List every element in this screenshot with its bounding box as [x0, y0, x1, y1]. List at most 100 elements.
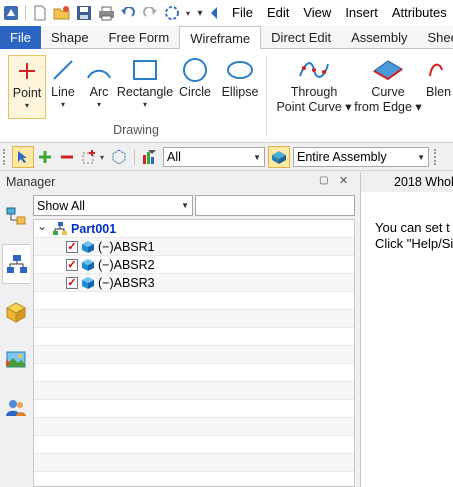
- redo-icon[interactable]: [139, 2, 161, 24]
- ellipse-button[interactable]: Ellipse: [220, 55, 260, 100]
- part-cube-icon: [82, 259, 94, 271]
- side-tab-views[interactable]: [2, 340, 30, 380]
- point-label: Point: [12, 86, 42, 100]
- arc-label: Arc: [89, 85, 109, 99]
- open-folder-icon[interactable]: [51, 2, 73, 24]
- message-line-1: You can set t: [375, 220, 450, 235]
- circle-button[interactable]: Circle: [178, 55, 212, 100]
- side-tab-history[interactable]: [2, 196, 30, 236]
- remove-selection-icon[interactable]: [56, 146, 78, 168]
- select-filter-icon[interactable]: [161, 2, 183, 24]
- show-filter-dropdown[interactable]: Show All ▼: [33, 195, 193, 216]
- whole-view-title: 2018 Whole: [361, 172, 453, 192]
- back-arrow-icon[interactable]: [207, 2, 221, 24]
- line-icon: [46, 55, 80, 85]
- filter-dropdown[interactable]: All ▼: [163, 147, 265, 167]
- tree-row-empty: [34, 346, 354, 364]
- part-label: (−)ABSR1: [98, 239, 155, 254]
- tab-wireframe[interactable]: Wireframe: [179, 26, 262, 50]
- search-input[interactable]: [195, 195, 355, 216]
- point-button[interactable]: Point ▾: [8, 55, 46, 119]
- menu-insert[interactable]: Insert: [338, 0, 385, 26]
- tree-row-empty: [34, 454, 354, 472]
- visibility-checkbox[interactable]: ✓: [66, 276, 78, 289]
- rectangle-button[interactable]: Rectangle ▾: [116, 55, 174, 110]
- lasso-select-icon[interactable]: [108, 146, 130, 168]
- tree-row-empty: [34, 418, 354, 436]
- side-tab-users[interactable]: [2, 388, 30, 428]
- arc-button[interactable]: Arc ▾: [84, 55, 114, 110]
- tree-row-empty: [34, 364, 354, 382]
- through-point-curve-icon: [297, 55, 331, 85]
- select-arrow-icon[interactable]: [12, 146, 34, 168]
- curve-from-edge-button[interactable]: Curve from Edge ▾: [354, 55, 422, 115]
- through-point-curve-button[interactable]: Through Point Curve ▾: [276, 55, 352, 115]
- filter-icon[interactable]: [139, 146, 161, 168]
- scope-dropdown-value: Entire Assembly: [297, 150, 387, 164]
- assembly-tree: ⌄ Part001 ✓ (−)ABSR1 ✓ (−)ABSR2 ✓ (−)ABS…: [33, 219, 355, 487]
- ribbon-tabs: File Shape Free Form Wireframe Direct Ed…: [0, 26, 453, 50]
- side-tab-assembly-tree[interactable]: [2, 244, 30, 284]
- tree-row-empty: [34, 400, 354, 418]
- print-icon[interactable]: [95, 2, 117, 24]
- menu-attributes[interactable]: Attributes: [385, 0, 453, 26]
- through-point-curve-label-1: Through: [290, 85, 338, 99]
- box-select-icon[interactable]: [78, 146, 100, 168]
- filter-dropdown-value: All: [167, 150, 181, 164]
- chevron-down-icon: ▼: [253, 152, 261, 162]
- rectangle-label: Rectangle: [116, 85, 174, 99]
- chevron-down-icon: ▾: [96, 100, 101, 109]
- tree-row[interactable]: ✓ (−)ABSR2: [34, 256, 354, 274]
- part-cube-icon: [82, 277, 94, 289]
- part-label: (−)ABSR3: [98, 275, 155, 290]
- menu-file[interactable]: File: [225, 0, 260, 26]
- tree-row[interactable]: ✓ (−)ABSR3: [34, 274, 354, 292]
- assembly-scope-icon[interactable]: [268, 146, 290, 168]
- chevron-down-icon: ▾: [24, 101, 29, 110]
- tab-shape[interactable]: Shape: [41, 26, 99, 49]
- tree-row-empty: [34, 382, 354, 400]
- tab-file[interactable]: File: [0, 26, 41, 49]
- save-icon[interactable]: [73, 2, 95, 24]
- tree-row-empty: [34, 436, 354, 454]
- curve-from-edge-label-1: Curve: [371, 85, 405, 99]
- expand-chevron-icon[interactable]: ⌄: [37, 220, 49, 233]
- customize-icon[interactable]: ▾: [193, 2, 207, 24]
- undo-icon[interactable]: [117, 2, 139, 24]
- part-cube-icon: [82, 241, 94, 253]
- side-tab-parts[interactable]: [2, 292, 30, 332]
- tab-direct-edit[interactable]: Direct Edit: [261, 26, 341, 49]
- manager-title: Manager: [6, 175, 56, 189]
- tree-node: ✓ (−)ABSR3: [34, 276, 155, 290]
- new-file-icon[interactable]: [29, 2, 51, 24]
- line-button[interactable]: Line ▾: [48, 55, 78, 110]
- chevron-down-icon: ▾: [60, 100, 65, 109]
- circle-icon: [178, 55, 212, 85]
- tree-row[interactable]: ✓ (−)ABSR1: [34, 238, 354, 256]
- tab-sheet[interactable]: Sheet: [418, 26, 453, 49]
- curve-from-edge-icon: [371, 55, 405, 85]
- blend-button[interactable]: Blen: [426, 55, 453, 100]
- pin-icon[interactable]: ▢: [319, 175, 328, 186]
- tab-assembly[interactable]: Assembly: [341, 26, 417, 49]
- visibility-checkbox[interactable]: ✓: [66, 240, 78, 253]
- line-label: Line: [51, 85, 75, 99]
- add-selection-icon[interactable]: [34, 146, 56, 168]
- chevron-down-icon[interactable]: ▾: [183, 2, 193, 24]
- menu-view[interactable]: View: [296, 0, 338, 26]
- quick-access-toolbar: ▾ ▾: [0, 0, 221, 26]
- visibility-checkbox[interactable]: ✓: [66, 258, 78, 271]
- ribbon-panel: Point ▾ Line ▾ Arc ▾ Rectangle ▾ Circle …: [0, 49, 453, 143]
- point-icon: [10, 56, 44, 86]
- close-icon[interactable]: ✕: [339, 174, 348, 187]
- chevron-down-icon[interactable]: ▾: [100, 153, 108, 162]
- tree-node: ✓ (−)ABSR2: [34, 258, 155, 272]
- tab-free-form[interactable]: Free Form: [99, 26, 180, 49]
- app-logo-icon[interactable]: [0, 2, 22, 24]
- menu-edit[interactable]: Edit: [260, 0, 296, 26]
- chevron-down-icon: ▼: [417, 152, 425, 162]
- tree-row-root[interactable]: ⌄ Part001: [34, 220, 354, 238]
- toolbar-grip: [3, 149, 9, 165]
- menu-bar: File Edit View Insert Attributes: [225, 0, 453, 26]
- scope-dropdown[interactable]: Entire Assembly ▼: [293, 147, 429, 167]
